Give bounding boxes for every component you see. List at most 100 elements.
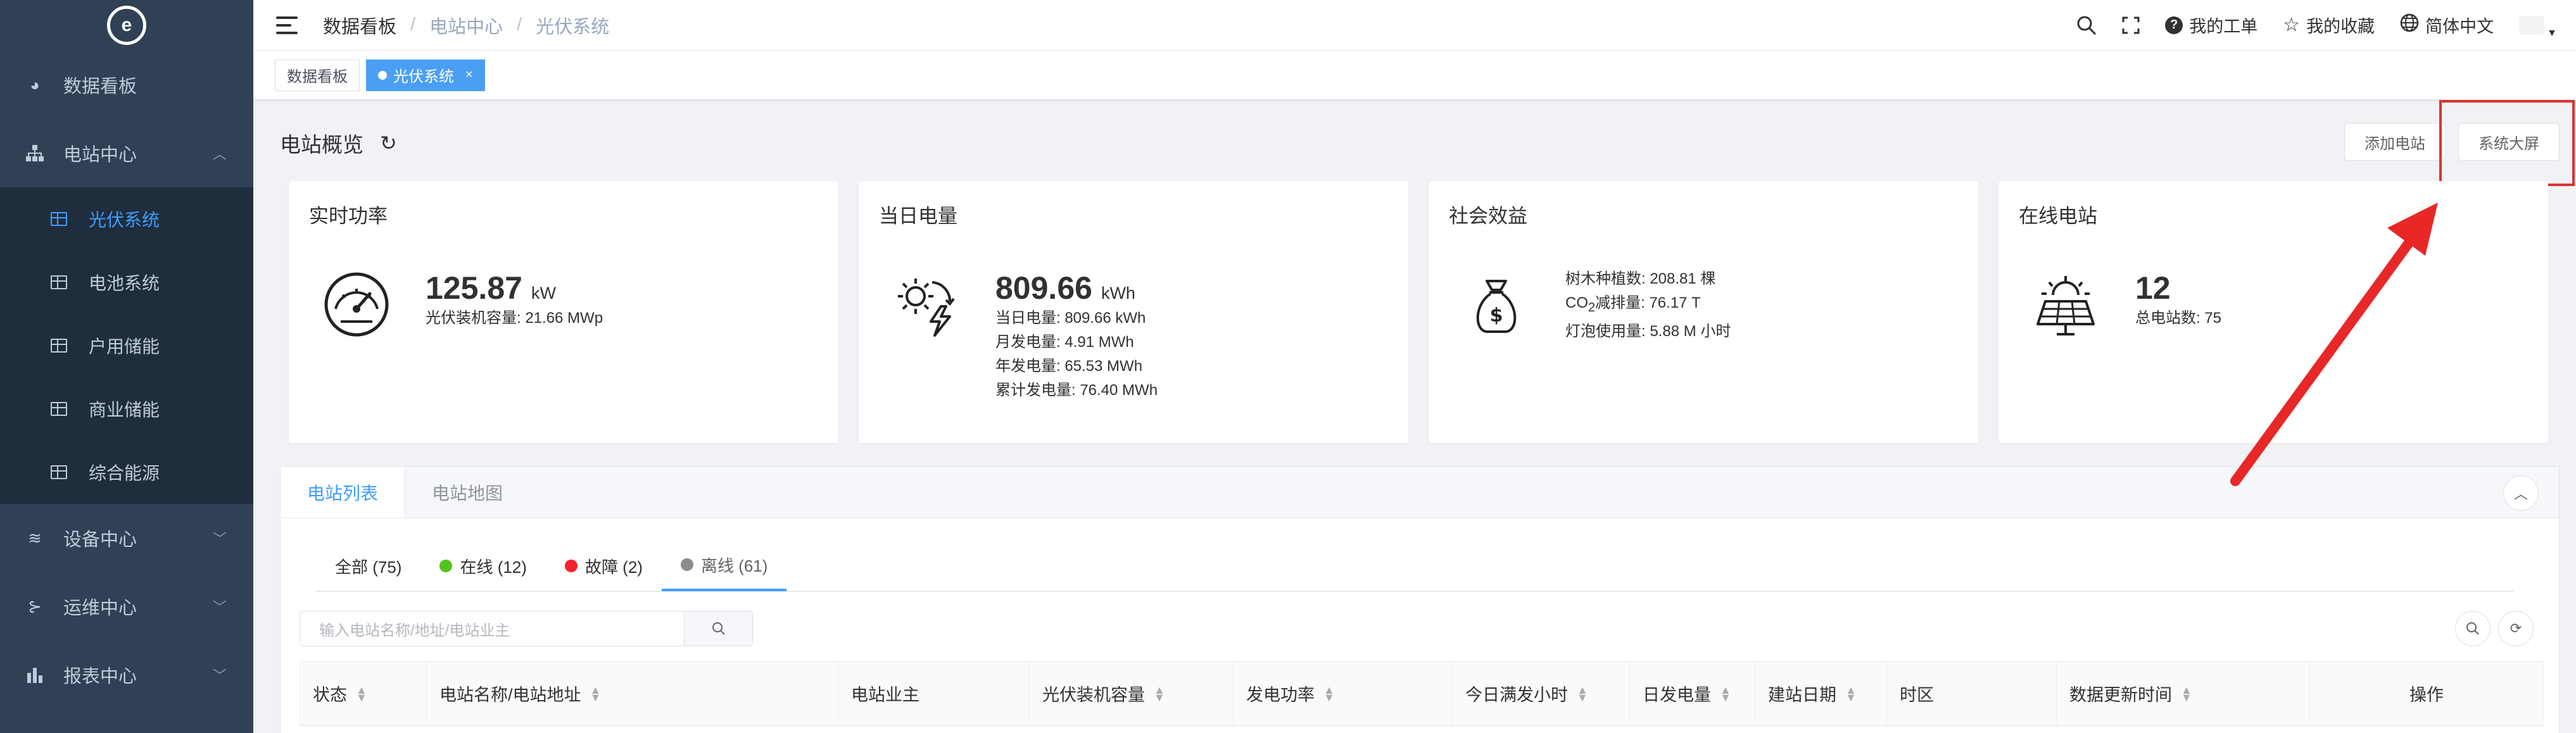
sidebar-item-dashboard[interactable]: ◕ 数据看板 <box>0 51 253 119</box>
stat-value: 809.66 <box>995 270 1092 306</box>
sidebar-item-report-center[interactable]: 报表中心 ﹀ <box>0 641 253 709</box>
subitem-label: 电池系统 <box>89 273 160 293</box>
collapse-button[interactable]: ︿ <box>2503 475 2539 511</box>
card-body: 树木种植数: 208.81 棵 CO2减排量: 76.17 T 灯泡使用量: 5… <box>1565 267 1731 344</box>
money-bag-icon: $ <box>1476 280 1517 333</box>
column-actions: 操作 <box>2310 662 2543 725</box>
breadcrumb-separator: / <box>410 15 416 35</box>
breadcrumb-separator: / <box>517 15 522 35</box>
sidebar-item-label: 电站中心 <box>63 145 137 165</box>
table-search-toggle-button[interactable] <box>2455 611 2491 646</box>
filter-offline[interactable]: 离线 (61) <box>661 541 787 591</box>
stat-line: 当日电量: 809.66 kWh <box>995 310 1146 327</box>
column-build-date[interactable]: 建站日期 ▲ ▼ <box>1755 662 1887 725</box>
language-switcher[interactable]: 简体中文 <box>2400 13 2494 37</box>
star-icon: ☆ <box>2283 15 2301 35</box>
stat-line: 累计发电量: 76.40 MWh <box>995 382 1158 399</box>
sort-icon[interactable]: ▲ ▼ <box>356 684 367 703</box>
sidebar-subitem-home-storage[interactable]: 户用储能 <box>0 314 253 377</box>
tag-pv-system[interactable]: 光伏系统 × <box>366 59 485 91</box>
sidebar-item-ops-center[interactable]: ⊱ 运维中心 ﹀ <box>0 572 253 641</box>
search-input[interactable]: 输入电站名称/地址/电站业主 <box>300 611 685 646</box>
breadcrumb-item: 光伏系统 <box>536 16 610 37</box>
sort-icon[interactable]: ▲ ▼ <box>1845 684 1857 703</box>
breadcrumb-item: 电站中心 <box>429 16 503 37</box>
sidebar-item-label: 数据看板 <box>63 77 137 97</box>
tab-station-map[interactable]: 电站地图 <box>405 467 529 518</box>
subitem-label: 户用储能 <box>89 337 160 356</box>
subitem-label: 商业储能 <box>89 400 160 420</box>
sort-icon[interactable]: ▲ ▼ <box>590 684 602 703</box>
column-status[interactable]: 状态 ▲ ▼ <box>300 662 427 725</box>
sidebar-item-device-center[interactable]: ≋ 设备中心 ﹀ <box>0 504 253 572</box>
stat-unit: kWh <box>1101 284 1135 303</box>
red-dot-icon <box>564 560 578 572</box>
card-body: 809.66 kWh 当日电量: 809.66 kWh 月发电量: 4.91 MW… <box>995 270 1158 403</box>
sort-icon[interactable]: ▲ ▼ <box>2181 684 2192 703</box>
filter-all[interactable]: 全部 (75) <box>316 541 420 591</box>
stat-line: 月发电量: 4.91 MWh <box>995 334 1134 351</box>
sort-icon[interactable]: ▲ ▼ <box>1154 684 1165 703</box>
tag-dashboard[interactable]: 数据看板 <box>275 59 360 91</box>
refresh-icon[interactable]: ↻ <box>380 131 397 155</box>
sort-icon[interactable]: ▲ ▼ <box>1577 684 1588 703</box>
column-label: 日发电量 <box>1643 686 1711 705</box>
green-dot-icon <box>439 560 453 572</box>
filter-label: 故障 (2) <box>584 557 643 577</box>
hamburger-icon[interactable] <box>276 16 298 34</box>
column-owner: 电站业主 <box>838 662 1030 725</box>
card-title: 在线电站 <box>2019 205 2097 227</box>
sidebar-subitem-integrated-energy[interactable]: 综合能源 <box>0 441 253 504</box>
column-label: 状态 <box>313 686 347 705</box>
table-icon <box>51 465 67 479</box>
logo[interactable]: e <box>0 0 253 51</box>
card-body: 12 总电站数: 75 <box>2135 270 2221 330</box>
stat-value: 12 <box>2135 270 2171 306</box>
my-tickets-label: 我的工单 <box>2189 17 2258 36</box>
co2-value: 减排量: 76.17 T <box>1595 294 1701 311</box>
stat-line-trees: 树木种植数: 208.81 棵 <box>1565 270 1716 287</box>
search-icon[interactable] <box>2076 15 2097 35</box>
highlight-annotation-box <box>2439 100 2575 186</box>
refresh-icon: ⟳ <box>2510 620 2522 636</box>
close-icon[interactable]: × <box>465 68 473 82</box>
column-update-time[interactable]: 数据更新时间 ▲ ▼ <box>2057 662 2310 725</box>
filter-fault[interactable]: 故障 (2) <box>546 541 662 591</box>
avatar[interactable] <box>2519 15 2545 35</box>
sidebar-item-label: 运维中心 <box>63 598 137 618</box>
svg-text:$: $ <box>1490 304 1503 327</box>
column-full-hours[interactable]: 今日满发小时 ▲ ▼ <box>1453 662 1630 725</box>
sidebar-item-station-center[interactable]: 电站中心 ︿ <box>0 119 253 187</box>
stat-line: 总电站数: 75 <box>2135 310 2222 327</box>
stat-line: 光伏装机容量: 21.66 MWp <box>426 310 603 327</box>
breadcrumb-item[interactable]: 数据看板 <box>323 12 396 39</box>
column-pv-capacity[interactable]: 光伏装机容量 ▲ ▼ <box>1030 662 1234 725</box>
fullscreen-icon[interactable] <box>2122 16 2140 34</box>
sidebar-subitem-commercial-storage[interactable]: 商业储能 <box>0 377 253 441</box>
layers-icon: ≋ <box>28 528 42 548</box>
chevron-down-icon: ﹀ <box>212 599 227 615</box>
tab-station-list[interactable]: 电站列表 <box>281 467 406 518</box>
sidebar-subitem-battery-system[interactable]: 电池系统 <box>0 251 253 314</box>
filter-label: 全部 (75) <box>335 557 402 577</box>
search-button[interactable] <box>685 611 753 646</box>
my-favorites-link[interactable]: ☆ 我的收藏 <box>2283 13 2375 37</box>
chevron-down-icon: ﹀ <box>212 531 227 547</box>
subitem-label: 光伏系统 <box>89 210 160 230</box>
caret-down-icon[interactable]: ▼ <box>2547 28 2557 39</box>
filter-online[interactable]: 在线 (12) <box>420 541 545 591</box>
my-tickets-link[interactable]: ? 我的工单 <box>2165 13 2257 37</box>
table-icon <box>51 402 67 416</box>
column-daily-energy[interactable]: 日发电量 ▲ ▼ <box>1630 662 1755 725</box>
add-station-button[interactable]: 添加电站 <box>2344 123 2446 161</box>
column-station-name[interactable]: 电站名称/电站地址 ▲ ▼ <box>427 662 838 725</box>
search-icon <box>712 622 725 635</box>
column-power[interactable]: 发电功率 ▲ ▼ <box>1234 662 1453 725</box>
sort-icon[interactable]: ▲ ▼ <box>1720 684 1731 703</box>
table-refresh-button[interactable]: ⟳ <box>2498 611 2534 646</box>
app-root: e ◕ 数据看板 电站中心 ︿ 光伏系统 电池系统 户用储能 商业储能 综合能源… <box>0 0 2576 733</box>
sort-icon[interactable]: ▲ ▼ <box>1323 684 1335 703</box>
card-realtime-power: 实时功率 125.87 kW 光伏装机容量: 21.66 MWp <box>289 181 838 443</box>
gauge-icon <box>324 272 389 337</box>
sidebar-subitem-pv-system[interactable]: 光伏系统 <box>0 187 253 251</box>
